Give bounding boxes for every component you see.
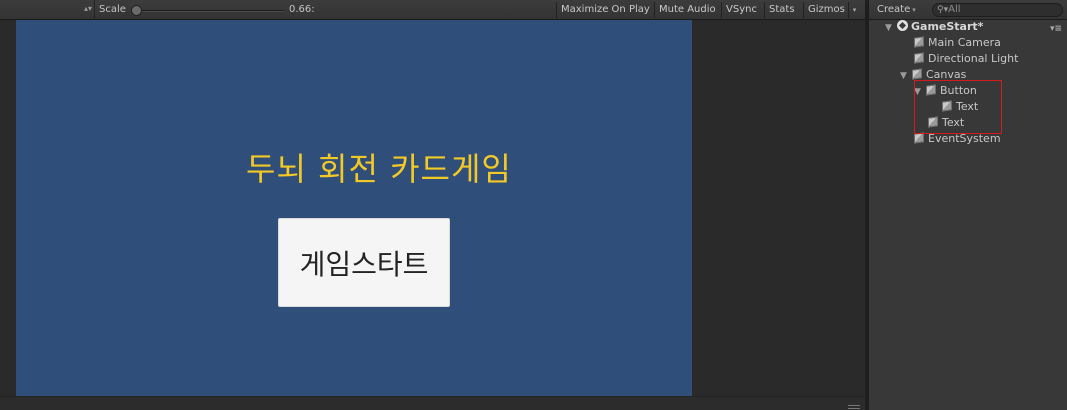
create-label: Create: [877, 4, 911, 15]
unity-scene-icon: [897, 20, 908, 31]
hierarchy-item-label: Directional Light: [928, 52, 1019, 65]
gameobject-icon: [912, 68, 922, 80]
gizmos-button[interactable]: Gizmos: [803, 2, 849, 18]
create-dropdown[interactable]: Create ▾: [877, 4, 916, 15]
search-icon: ⚲▾: [937, 5, 949, 15]
hierarchy-item-label: Main Camera: [928, 36, 1001, 49]
annotation-highlight-box: [914, 80, 1002, 134]
game-view-panel: ▴▾ Scale 0.66: Maximize On Play Mute Aud…: [0, 0, 865, 410]
game-view-toolbar: ▴▾ Scale 0.66: Maximize On Play Mute Aud…: [0, 0, 865, 20]
resize-grip-icon[interactable]: [848, 405, 860, 409]
gameobject-icon: [914, 132, 924, 144]
toolbar-divider: [94, 0, 95, 20]
gameobject-icon: [914, 36, 924, 48]
scene-menu-icon[interactable]: ▾≡: [1050, 21, 1062, 37]
display-updown-icon[interactable]: ▴▾: [84, 4, 92, 13]
mute-audio-button[interactable]: Mute Audio: [654, 2, 720, 18]
game-title-text: 두뇌 회전 카드게임: [246, 150, 512, 188]
game-view-bottom-bar: [0, 396, 865, 410]
gizmos-dropdown-icon[interactable]: ▾: [848, 2, 860, 18]
collapse-arrow-icon[interactable]: ▼: [885, 20, 897, 36]
hierarchy-item-main-camera[interactable]: Main Camera: [914, 35, 1001, 51]
hierarchy-search-input[interactable]: ⚲▾All: [932, 3, 1063, 17]
hierarchy-panel: Create ▾ ⚲▾All ▼ GameStart* ▾≡ Main Camera…: [868, 0, 1067, 410]
scale-label: Scale: [99, 4, 126, 15]
chevron-down-icon: ▾: [912, 6, 916, 14]
scale-value: 0.66:: [289, 4, 315, 15]
gameobject-icon: [914, 52, 924, 64]
hierarchy-item-directional-light[interactable]: Directional Light: [914, 51, 1018, 67]
scene-row[interactable]: ▼ GameStart* ▾≡: [885, 19, 1067, 35]
game-start-button-label: 게임스타트: [299, 247, 429, 281]
hierarchy-toolbar: Create ▾ ⚲▾All: [869, 0, 1067, 20]
game-canvas: 두뇌 회전 카드게임 게임스타트: [16, 20, 692, 396]
stats-button[interactable]: Stats: [764, 2, 799, 18]
scale-slider-track[interactable]: [138, 10, 284, 12]
search-placeholder: All: [948, 4, 961, 15]
scale-slider-handle[interactable]: [131, 5, 142, 16]
vsync-button[interactable]: VSync: [721, 2, 761, 18]
scene-name: GameStart*: [911, 20, 984, 33]
maximize-on-play-button[interactable]: Maximize On Play: [556, 2, 654, 18]
game-start-button[interactable]: 게임스타트: [278, 218, 450, 307]
collapse-arrow-icon[interactable]: ▼: [900, 68, 912, 84]
